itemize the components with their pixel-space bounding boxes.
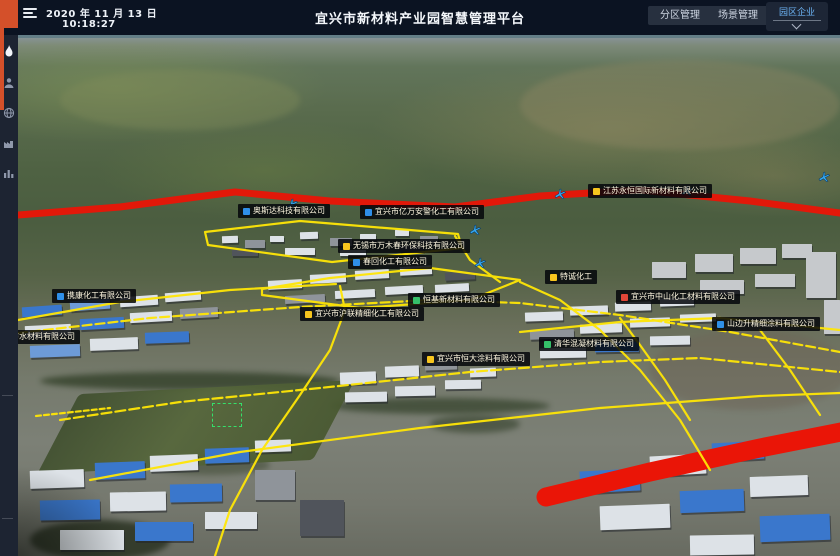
dropdown-label: 园区企业 xyxy=(766,2,828,18)
sidebar-divider xyxy=(2,518,13,519)
company-label[interactable]: 山边升精细涂料有限公司 xyxy=(712,317,820,331)
company-label-text: 宜兴市防水材料有限公司 xyxy=(18,333,75,341)
person-icon[interactable] xyxy=(3,74,15,86)
company-label-text: 特诚化工 xyxy=(560,273,592,281)
company-label[interactable]: 奥斯达科技有限公司 xyxy=(238,204,330,218)
company-label-text: 奥斯达科技有限公司 xyxy=(253,207,325,215)
globe-icon[interactable] xyxy=(3,104,15,116)
road-yellow xyxy=(90,393,840,480)
sidebar-accent-strip xyxy=(0,28,4,110)
zone-manage-button[interactable]: 分区管理 xyxy=(648,6,712,25)
company-marker-icon xyxy=(243,208,250,215)
park-enterprise-dropdown[interactable]: 园区企业 xyxy=(766,2,828,31)
company-label-text: 宜兴市恒大涂料有限公司 xyxy=(437,355,525,363)
company-marker-icon xyxy=(57,293,64,300)
company-label[interactable]: 恒基新材料有限公司 xyxy=(408,293,500,307)
selection-box xyxy=(212,403,242,427)
company-label[interactable]: 春回化工有限公司 xyxy=(348,255,432,269)
road-yellow xyxy=(60,358,840,420)
company-label[interactable]: 特诚化工 xyxy=(545,270,597,284)
company-label[interactable]: 清华混凝材料有限公司 xyxy=(539,337,639,351)
company-marker-icon xyxy=(305,311,312,318)
road-yellow xyxy=(36,408,110,416)
company-label-text: 清华混凝材料有限公司 xyxy=(554,340,634,348)
company-label-text: 宜兴市沪联精细化工有限公司 xyxy=(315,310,419,318)
company-label[interactable]: 宜兴市沪联精细化工有限公司 xyxy=(300,307,424,321)
company-label[interactable]: 无锡市万木春环保科技有限公司 xyxy=(338,239,470,253)
road-yellow xyxy=(520,282,710,470)
bar-chart-icon[interactable] xyxy=(3,164,15,176)
company-marker-icon xyxy=(365,209,372,216)
company-label-text: 江苏永恒国际新材料有限公司 xyxy=(603,187,707,195)
factory-icon[interactable] xyxy=(3,134,15,146)
company-label-text: 宜兴市亿万安警化工有限公司 xyxy=(375,208,479,216)
flame-icon[interactable] xyxy=(3,42,15,54)
company-label[interactable]: 江苏永恒国际新材料有限公司 xyxy=(588,184,712,198)
company-marker-icon xyxy=(717,321,724,328)
company-label-text: 山边升精细涂料有限公司 xyxy=(727,320,815,328)
company-marker-icon xyxy=(343,243,350,250)
company-label[interactable]: 携康化工有限公司 xyxy=(52,289,136,303)
company-label-text: 携康化工有限公司 xyxy=(67,292,131,300)
chevron-down-icon xyxy=(792,20,802,30)
company-marker-icon xyxy=(353,259,360,266)
company-label[interactable]: 宜兴市恒大涂料有限公司 xyxy=(422,352,530,366)
header-bar: 2020 年 11 月 13 日 10:18:27 宜兴市新材料产业园智慧管理平… xyxy=(0,0,840,35)
company-label-text: 春回化工有限公司 xyxy=(363,258,427,266)
company-marker-icon xyxy=(427,356,434,363)
company-marker-icon xyxy=(544,341,551,348)
company-label-text: 宜兴市中山化工材料有限公司 xyxy=(631,293,735,301)
company-marker-icon xyxy=(413,297,420,304)
company-label-text: 无锡市万木春环保科技有限公司 xyxy=(353,242,465,250)
company-marker-icon xyxy=(550,274,557,281)
sidebar-divider xyxy=(2,395,13,396)
company-label[interactable]: 宜兴市中山化工材料有限公司 xyxy=(616,290,740,304)
scene-manage-button[interactable]: 场景管理 xyxy=(706,6,770,25)
company-label-text: 恒基新材料有限公司 xyxy=(423,296,495,304)
company-marker-icon xyxy=(593,188,600,195)
map-3d-view[interactable]: 奥斯达科技有限公司 宜兴市亿万安警化工有限公司 江苏永恒国际新材料有限公司无锡市万木… xyxy=(18,35,840,556)
company-label[interactable]: 宜兴市防水材料有限公司 xyxy=(18,330,80,344)
company-marker-icon xyxy=(621,294,628,301)
company-label[interactable]: 宜兴市亿万安警化工有限公司 xyxy=(360,205,484,219)
